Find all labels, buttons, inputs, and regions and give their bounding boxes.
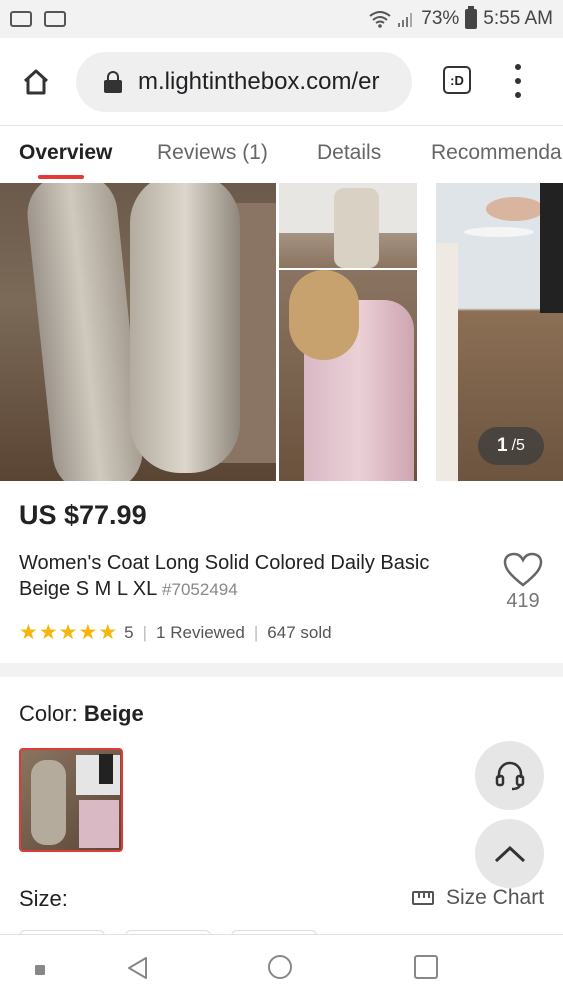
product-tabs: Overview Reviews (1) Details Recommenda	[0, 127, 563, 183]
size-chart-text: Size Chart	[446, 886, 545, 909]
heart-icon	[503, 552, 543, 587]
star-icon: ★	[58, 621, 78, 644]
tabs-icon: :D	[450, 72, 464, 88]
image-icon	[44, 11, 66, 27]
headset-icon	[495, 761, 524, 790]
status-bar: 73% 5:55 AM	[0, 0, 563, 38]
home-nav-icon[interactable]	[268, 955, 292, 979]
back-to-top-button[interactable]	[475, 819, 544, 888]
signal-icon	[398, 13, 413, 27]
home-button[interactable]	[0, 38, 72, 125]
menu-button[interactable]	[508, 64, 528, 98]
url-text: m.lightinthebox.com/er	[138, 68, 380, 95]
star-icon: ★	[98, 621, 118, 644]
tab-details[interactable]: Details	[317, 141, 381, 165]
recent-apps-icon[interactable]	[414, 955, 438, 979]
product-sku: #7052494	[162, 580, 238, 599]
battery-icon	[465, 6, 478, 29]
product-image-thumb-2[interactable]	[279, 270, 417, 481]
favorite-button[interactable]: 419	[498, 552, 548, 613]
rating-stars: ★★★★★	[19, 622, 118, 644]
rating-value: 5	[124, 623, 134, 642]
clock: 5:55 AM	[483, 8, 553, 29]
wifi-icon	[369, 11, 391, 28]
product-price: US $77.99	[19, 500, 147, 530]
favorite-count: 419	[506, 590, 540, 612]
ruler-icon	[412, 891, 434, 905]
battery-percent: 73%	[421, 8, 460, 29]
section-divider	[0, 663, 563, 677]
browser-toolbar: m.lightinthebox.com/er	[0, 38, 563, 126]
star-icon: ★	[38, 621, 58, 644]
sold-count: 647 sold	[267, 623, 332, 642]
home-icon	[23, 69, 49, 94]
star-icon: ★	[78, 621, 98, 644]
product-image-main[interactable]	[0, 183, 276, 481]
active-tab-indicator	[38, 175, 84, 179]
customer-support-button[interactable]	[475, 741, 544, 810]
size-label: Size:	[19, 886, 68, 911]
gallery-current: 1	[497, 435, 508, 456]
divider: |	[253, 623, 259, 642]
selected-color: Beige	[83, 701, 144, 726]
voicemail-icon	[10, 11, 32, 27]
tabs-button[interactable]: :D	[443, 66, 471, 94]
reviewed-count: 1 Reviewed	[156, 623, 245, 642]
rating-row[interactable]: ★★★★★ 5 | 1 Reviewed | 647 sold	[19, 622, 332, 644]
address-bar[interactable]: m.lightinthebox.com/er	[76, 52, 412, 112]
product-title: Women's Coat Long Solid Colored Daily Ba…	[19, 550, 479, 603]
system-navigation-bar	[0, 934, 563, 1000]
nav-dot-icon[interactable]	[35, 965, 45, 975]
size-chart-link[interactable]: Size Chart	[412, 886, 544, 910]
product-gallery[interactable]	[0, 183, 563, 481]
tab-reviews[interactable]: Reviews (1)	[157, 141, 268, 165]
tab-overview[interactable]: Overview	[19, 141, 112, 165]
lock-icon	[104, 71, 122, 93]
gallery-counter: 1 /5	[478, 427, 544, 465]
color-label-text: Color:	[19, 701, 78, 726]
chevron-up-icon	[494, 845, 525, 862]
star-icon: ★	[19, 621, 38, 644]
gallery-total: /5	[511, 437, 525, 454]
menu-icon	[515, 64, 521, 70]
product-image-thumb-1[interactable]	[279, 183, 417, 268]
tab-recommendations[interactable]: Recommenda	[431, 141, 562, 165]
color-swatch-beige[interactable]	[19, 748, 123, 852]
back-icon[interactable]	[125, 955, 149, 981]
divider: |	[142, 623, 148, 642]
color-label: Color: Beige	[19, 701, 144, 727]
